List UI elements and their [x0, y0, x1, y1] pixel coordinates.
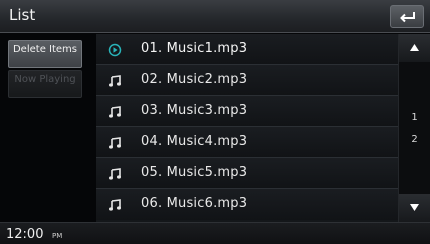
- track-name: 06. Music6.mp3: [141, 196, 248, 211]
- list-item[interactable]: 03. Music3.mp3: [96, 96, 398, 127]
- track-name: 01. Music1.mp3: [141, 41, 248, 56]
- scroll-down-button[interactable]: [399, 194, 430, 222]
- music-note-icon: [109, 137, 121, 149]
- current-page-number: 1: [411, 112, 418, 123]
- back-button[interactable]: [390, 5, 424, 28]
- track-name: 05. Music5.mp3: [141, 165, 248, 180]
- delete-items-label: Delete Items: [12, 44, 77, 55]
- status-bar: 12:00 PM: [0, 222, 430, 244]
- track-list: 01. Music1.mp3 02. Music2.mp3 03. Music3…: [96, 34, 398, 222]
- now-playing-label: Now Playing: [14, 74, 76, 85]
- scroll-up-button[interactable]: [399, 34, 430, 62]
- triangle-up-icon: [410, 44, 419, 51]
- triangle-down-icon: [410, 204, 419, 211]
- back-return-icon: [400, 12, 415, 23]
- clock-ampm: PM: [52, 232, 63, 240]
- play-circle-icon: [108, 43, 122, 57]
- list-item[interactable]: 01. Music1.mp3: [96, 34, 398, 65]
- music-list-screen: List Delete Items Now Playing 01. Music1…: [0, 0, 430, 244]
- delete-items-button[interactable]: Delete Items: [8, 40, 82, 68]
- track-name: 04. Music4.mp3: [141, 134, 248, 149]
- list-item[interactable]: 06. Music6.mp3: [96, 189, 398, 220]
- left-menu: Delete Items Now Playing: [0, 34, 96, 222]
- list-item[interactable]: 05. Music5.mp3: [96, 158, 398, 189]
- list-item[interactable]: 02. Music2.mp3: [96, 65, 398, 96]
- now-playing-button[interactable]: Now Playing: [8, 70, 82, 98]
- music-note-icon: [109, 75, 121, 87]
- total-page-number: 2: [411, 134, 418, 145]
- music-note-icon: [109, 199, 121, 211]
- music-note-icon: [109, 106, 121, 118]
- music-note-icon: [109, 168, 121, 180]
- track-name: 03. Music3.mp3: [141, 103, 248, 118]
- page-title: List: [9, 6, 36, 24]
- title-bar: List: [0, 0, 430, 33]
- track-name: 02. Music2.mp3: [141, 72, 248, 87]
- list-scrollbar[interactable]: 1 2: [398, 34, 430, 222]
- clock-time: 12:00: [6, 227, 44, 242]
- list-item[interactable]: 04. Music4.mp3: [96, 127, 398, 158]
